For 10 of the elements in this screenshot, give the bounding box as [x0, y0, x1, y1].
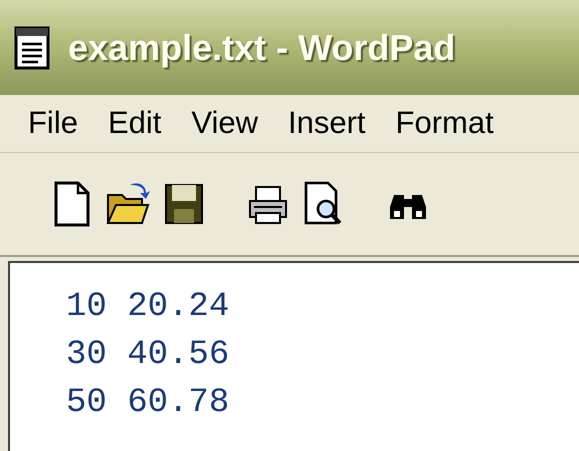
- menu-item[interactable]: Format: [396, 100, 494, 147]
- text-line: 50 60.78: [66, 383, 230, 424]
- text-line: 30 40.56: [66, 335, 230, 376]
- window-title: example.txt - WordPad: [68, 26, 456, 70]
- menu-item[interactable]: File: [28, 100, 78, 147]
- menu-item[interactable]: Insert: [288, 100, 366, 147]
- menu-item[interactable]: View: [191, 100, 258, 147]
- text-line: 10 20.24: [66, 287, 230, 328]
- notepad-icon: [12, 24, 52, 72]
- menu-item[interactable]: Edit: [108, 100, 162, 147]
